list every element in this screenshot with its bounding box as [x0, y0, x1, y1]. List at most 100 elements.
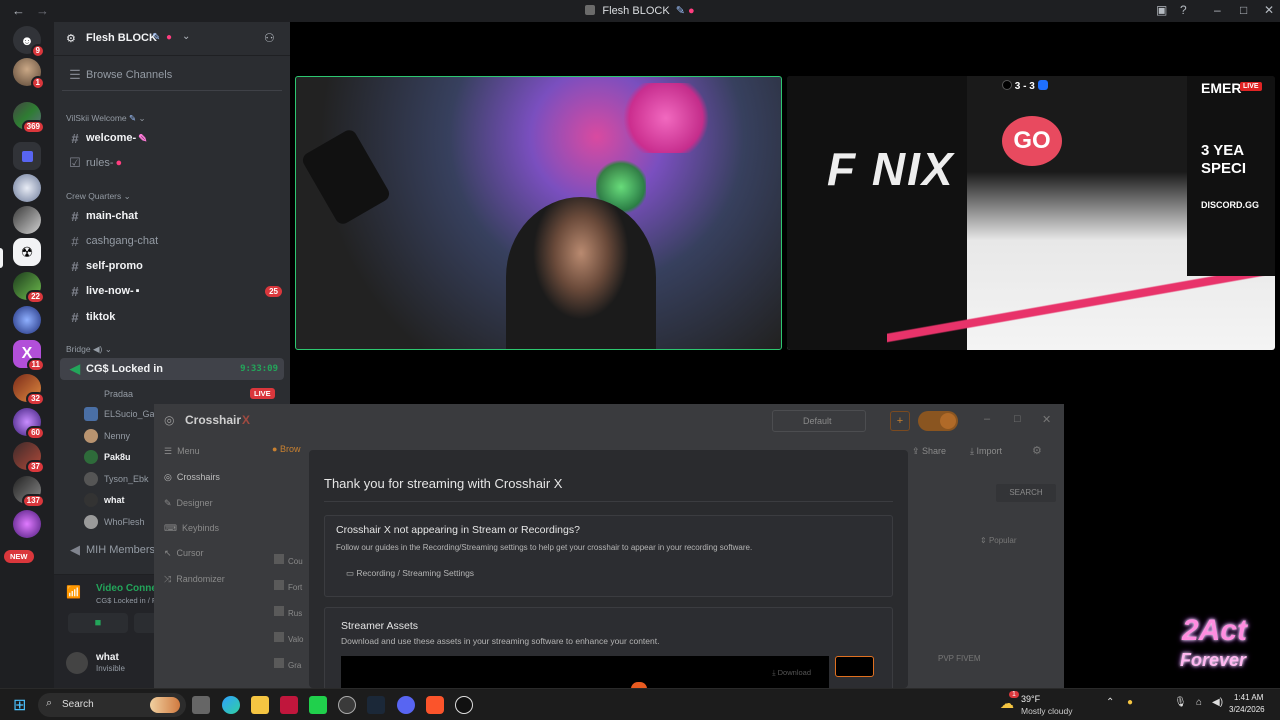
- maximize-button[interactable]: □: [1240, 3, 1247, 17]
- voice-user[interactable]: Tyson_Ebk: [84, 469, 149, 489]
- list-item[interactable]: Valo: [274, 632, 303, 644]
- voice-user[interactable]: what: [84, 490, 125, 510]
- list-item[interactable]: Rus: [274, 606, 302, 618]
- server-icon-11[interactable]: 137: [13, 476, 45, 508]
- new-badge[interactable]: NEW: [4, 550, 34, 563]
- server-folder[interactable]: [13, 142, 41, 170]
- close-button[interactable]: ✕: [1264, 3, 1274, 17]
- voice-channel[interactable]: ◀ CG$ Locked in 9:33:09: [60, 358, 284, 380]
- list-item[interactable]: Gra: [274, 658, 301, 670]
- share-button[interactable]: ⇪ Share: [912, 446, 946, 457]
- voice-user[interactable]: Pak8u: [84, 447, 131, 467]
- channel-welcome[interactable]: # welcome- ✎: [66, 127, 282, 149]
- channel-rules[interactable]: ☑ rules- ●: [66, 152, 282, 174]
- browse-channels[interactable]: ☰ Browse Channels: [66, 64, 282, 86]
- inbox-icon[interactable]: ▣: [1156, 3, 1167, 17]
- window-title: Flesh BLOCK ✎ ●: [0, 4, 1280, 17]
- server-icon-10[interactable]: 37: [13, 442, 45, 474]
- channel-self-promo[interactable]: # self-promo: [66, 255, 282, 277]
- hash-icon: #: [71, 130, 79, 146]
- crosshair-x-taskbar-icon[interactable]: [338, 696, 356, 714]
- profile-select[interactable]: Default: [772, 410, 866, 432]
- avatar: [84, 450, 98, 464]
- server-header[interactable]: ⚙ Flesh BLOCK ✎ ● ⌄ ⚇: [54, 22, 290, 56]
- task-view-icon[interactable]: [192, 696, 210, 714]
- voice-user[interactable]: Pradaa: [84, 384, 133, 404]
- list-item[interactable]: Cou: [274, 554, 303, 566]
- settings-icon[interactable]: ⚙: [1032, 444, 1042, 457]
- search-button[interactable]: SEARCH: [996, 484, 1056, 502]
- voice-user[interactable]: Nenny: [84, 426, 130, 446]
- hash-icon: #: [71, 233, 79, 249]
- server-icon-3[interactable]: [13, 174, 41, 202]
- channel-label: tiktok: [86, 311, 116, 323]
- weather-badge: 1: [1009, 691, 1019, 698]
- channel-live-now[interactable]: # live-now- ▪ 25: [66, 280, 282, 302]
- brave-icon[interactable]: [426, 696, 444, 714]
- voice-user[interactable]: ELSucio_Ga: [84, 404, 155, 424]
- clock-time[interactable]: 1:41 AM: [1234, 693, 1263, 702]
- browse-tab[interactable]: ● Brow: [272, 444, 300, 454]
- list-item[interactable]: Fort: [274, 580, 302, 592]
- close-button[interactable]: ✕: [1042, 413, 1051, 426]
- invite-icon[interactable]: ⚇: [264, 31, 275, 45]
- discord-taskbar-icon[interactable]: [397, 696, 415, 714]
- channel-tiktok[interactable]: # tiktok: [66, 306, 282, 328]
- download-button[interactable]: ⤓ Download: [772, 668, 811, 678]
- app-icon[interactable]: [280, 696, 298, 714]
- windows-start-icon[interactable]: ⊞: [13, 695, 26, 715]
- server-icon-8[interactable]: 32: [13, 374, 45, 406]
- game-stream-tile[interactable]: F NIX GO 3 - 3 EMER 3 YEA SPECI DISCORD.…: [787, 76, 1275, 350]
- clock-date[interactable]: 3/24/2026: [1229, 705, 1265, 714]
- obs-icon[interactable]: [455, 696, 473, 714]
- cursor-item[interactable]: ↖ Cursor: [164, 548, 204, 559]
- kick-icon[interactable]: [309, 696, 327, 714]
- server-icon-9[interactable]: 60: [13, 408, 45, 440]
- randomizer-item[interactable]: ⤨ Randomizer: [164, 574, 225, 585]
- camera-button[interactable]: ■: [68, 613, 128, 633]
- help-icon[interactable]: ?: [1180, 3, 1187, 17]
- server-icon-flesh-block[interactable]: ☢: [13, 238, 41, 266]
- import-button[interactable]: ⤓ Import: [970, 446, 1002, 457]
- channel-main-chat[interactable]: # main-chat: [66, 205, 282, 227]
- add-button[interactable]: +: [890, 411, 910, 431]
- server-icon-2[interactable]: 369: [13, 102, 45, 134]
- crosshairs-item[interactable]: ◎ Crosshairs: [164, 472, 220, 483]
- taskbar-search[interactable]: ⌕ Search: [38, 693, 186, 717]
- chevron-up-icon[interactable]: ⌃: [1106, 697, 1114, 708]
- visibility-toggle[interactable]: [918, 411, 958, 431]
- file-explorer-icon[interactable]: [251, 696, 269, 714]
- category-bridge[interactable]: Bridge ◀) ⌄: [66, 344, 112, 355]
- recording-settings-link[interactable]: ▭ Recording / Streaming Settings: [346, 568, 474, 579]
- steam-icon[interactable]: [367, 696, 385, 714]
- category-welcome[interactable]: VilSkii Welcome ✎ ⌄: [66, 113, 146, 124]
- asset-thumbnail[interactable]: [835, 656, 874, 677]
- keybinds-item[interactable]: ⌨ Keybinds: [164, 523, 219, 534]
- server-icon: [585, 5, 596, 15]
- webcam-tile[interactable]: [295, 76, 782, 350]
- server-icon-12[interactable]: [13, 510, 41, 538]
- server-icon-6[interactable]: [13, 306, 41, 334]
- chevron-down-icon: ⌄: [182, 31, 191, 42]
- category-crew-quarters[interactable]: Crew Quarters ⌄: [66, 191, 131, 202]
- voice-user[interactable]: WhoFlesh: [84, 512, 145, 532]
- server-icon-1[interactable]: 1: [13, 58, 45, 90]
- microphone-icon[interactable]: 🎙: [1174, 697, 1187, 708]
- server-icon-4[interactable]: [13, 206, 41, 234]
- server-icon-5[interactable]: 22: [13, 272, 45, 304]
- fenix-sign: F NIX: [827, 143, 955, 195]
- channel-cashgang-chat[interactable]: # cashgang-chat: [66, 230, 282, 252]
- network-icon[interactable]: ⌂: [1196, 697, 1202, 708]
- edge-icon[interactable]: [222, 696, 240, 714]
- maximize-button[interactable]: □: [1014, 413, 1021, 425]
- avatar[interactable]: [66, 652, 88, 674]
- minimize-button[interactable]: –: [984, 413, 990, 425]
- popular-filter[interactable]: ⇕ Popular: [980, 536, 1017, 545]
- minimize-button[interactable]: –: [1214, 3, 1221, 17]
- tray-icon[interactable]: ●: [1127, 697, 1133, 708]
- server-icon-7[interactable]: X 11: [13, 340, 45, 372]
- designer-item[interactable]: ✎ Designer: [164, 498, 213, 509]
- menu-item[interactable]: ☰ Menu: [164, 446, 200, 457]
- discord-home-button[interactable]: ☻ 9: [13, 26, 45, 58]
- volume-icon[interactable]: ◀): [1212, 697, 1223, 708]
